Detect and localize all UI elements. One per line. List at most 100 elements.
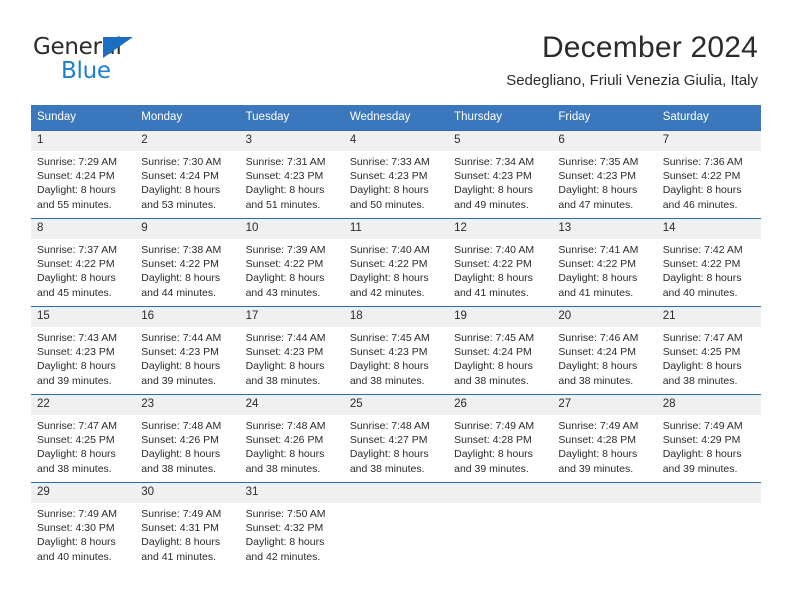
day-number: 4 xyxy=(343,131,449,151)
daylight-text-line2: and 39 minutes. xyxy=(141,374,216,387)
daylight-text-line2: and 38 minutes. xyxy=(37,462,112,475)
day-cell[interactable]: 31 Sunrise: 7:50 AM Sunset: 4:32 PM Dayl… xyxy=(239,482,344,571)
daylight-text-line2: and 39 minutes. xyxy=(558,462,634,475)
daylight-text-line2: and 39 minutes. xyxy=(37,374,112,387)
sunrise-text: Sunrise: 7:36 AM xyxy=(662,156,743,168)
daylight-text-line2: and 42 minutes. xyxy=(349,286,425,299)
daylight-text-line1: Daylight: 8 hours xyxy=(349,272,429,285)
day-info: Sunrise: 7:46 AM Sunset: 4:24 PM Dayligh… xyxy=(552,327,656,388)
generalblue-logo[interactable]: General Blue xyxy=(33,34,263,86)
day-info: Sunrise: 7:31 AM Sunset: 4:23 PM Dayligh… xyxy=(240,151,344,212)
day-cell[interactable]: 1 Sunrise: 7:29 AM Sunset: 4:24 PM Dayli… xyxy=(31,130,136,219)
day-cell[interactable]: 18 Sunrise: 7:45 AM Sunset: 4:23 PM Dayl… xyxy=(343,306,449,395)
daylight-text-line2: and 40 minutes. xyxy=(662,286,738,299)
day-cell[interactable]: 19 Sunrise: 7:45 AM Sunset: 4:24 PM Dayl… xyxy=(448,306,553,395)
sunrise-text: Sunrise: 7:40 AM xyxy=(349,244,430,256)
day-cell[interactable]: 28 Sunrise: 7:49 AM Sunset: 4:29 PM Dayl… xyxy=(656,394,761,483)
day-cell[interactable]: 13 Sunrise: 7:41 AM Sunset: 4:22 PM Dayl… xyxy=(552,218,657,307)
day-cell[interactable]: 5 Sunrise: 7:34 AM Sunset: 4:23 PM Dayli… xyxy=(448,130,553,219)
day-cell[interactable]: 3 Sunrise: 7:31 AM Sunset: 4:23 PM Dayli… xyxy=(239,130,344,219)
day-info: Sunrise: 7:49 AM Sunset: 4:31 PM Dayligh… xyxy=(135,503,239,564)
sunrise-text: Sunrise: 7:49 AM xyxy=(662,420,743,432)
daylight-text-line1: Daylight: 8 hours xyxy=(37,272,116,285)
day-cell[interactable]: 16 Sunrise: 7:44 AM Sunset: 4:23 PM Dayl… xyxy=(135,306,240,395)
day-info: Sunrise: 7:40 AM Sunset: 4:22 PM Dayligh… xyxy=(448,239,552,300)
day-cell[interactable]: 11 Sunrise: 7:40 AM Sunset: 4:22 PM Dayl… xyxy=(343,218,449,307)
day-cell-empty xyxy=(552,482,657,571)
day-cell[interactable]: 21 Sunrise: 7:47 AM Sunset: 4:25 PM Dayl… xyxy=(656,306,761,395)
sunrise-text: Sunrise: 7:47 AM xyxy=(37,420,117,432)
day-info: Sunrise: 7:39 AM Sunset: 4:22 PM Dayligh… xyxy=(240,239,344,300)
day-info: Sunrise: 7:44 AM Sunset: 4:23 PM Dayligh… xyxy=(135,327,239,388)
day-info: Sunrise: 7:45 AM Sunset: 4:23 PM Dayligh… xyxy=(344,327,448,388)
day-number: 28 xyxy=(656,395,761,415)
day-number: 21 xyxy=(656,307,761,327)
day-cell[interactable]: 2 Sunrise: 7:30 AM Sunset: 4:24 PM Dayli… xyxy=(135,130,240,219)
day-number: 19 xyxy=(448,307,553,327)
day-number: 7 xyxy=(656,131,761,151)
sunrise-text: Sunrise: 7:35 AM xyxy=(558,156,639,168)
day-number: 25 xyxy=(343,395,449,415)
day-cell[interactable]: 10 Sunrise: 7:39 AM Sunset: 4:22 PM Dayl… xyxy=(239,218,344,307)
day-cell[interactable]: 17 Sunrise: 7:44 AM Sunset: 4:23 PM Dayl… xyxy=(239,306,344,395)
daylight-text-line2: and 42 minutes. xyxy=(245,550,321,563)
day-info: Sunrise: 7:49 AM Sunset: 4:28 PM Dayligh… xyxy=(448,415,552,476)
day-cell[interactable]: 20 Sunrise: 7:46 AM Sunset: 4:24 PM Dayl… xyxy=(552,306,657,395)
daylight-text-line2: and 38 minutes. xyxy=(349,462,425,475)
sunset-text: Sunset: 4:22 PM xyxy=(245,258,324,271)
day-cell[interactable]: 8 Sunrise: 7:37 AM Sunset: 4:22 PM Dayli… xyxy=(31,218,136,307)
daylight-text-line1: Daylight: 8 hours xyxy=(349,360,429,373)
daylight-text-line1: Daylight: 8 hours xyxy=(558,448,638,461)
day-cell[interactable]: 24 Sunrise: 7:48 AM Sunset: 4:26 PM Dayl… xyxy=(239,394,344,483)
day-info: Sunrise: 7:30 AM Sunset: 4:24 PM Dayligh… xyxy=(135,151,239,212)
daylight-text-line2: and 46 minutes. xyxy=(662,198,738,211)
day-cell[interactable]: 14 Sunrise: 7:42 AM Sunset: 4:22 PM Dayl… xyxy=(656,218,761,307)
daylight-text-line1: Daylight: 8 hours xyxy=(558,184,638,197)
day-cell[interactable]: 26 Sunrise: 7:49 AM Sunset: 4:28 PM Dayl… xyxy=(448,394,553,483)
sunset-text: Sunset: 4:23 PM xyxy=(349,170,428,183)
sunset-text: Sunset: 4:22 PM xyxy=(141,258,219,271)
day-cell[interactable]: 4 Sunrise: 7:33 AM Sunset: 4:23 PM Dayli… xyxy=(343,130,449,219)
day-info: Sunrise: 7:43 AM Sunset: 4:23 PM Dayligh… xyxy=(31,327,135,388)
day-info: Sunrise: 7:36 AM Sunset: 4:22 PM Dayligh… xyxy=(657,151,761,212)
daylight-text-line2: and 50 minutes. xyxy=(349,198,425,211)
day-info xyxy=(552,503,656,507)
sunrise-text: Sunrise: 7:49 AM xyxy=(141,508,222,520)
day-cell[interactable]: 30 Sunrise: 7:49 AM Sunset: 4:31 PM Dayl… xyxy=(135,482,240,571)
daylight-text-line1: Daylight: 8 hours xyxy=(37,184,116,197)
day-cell[interactable]: 9 Sunrise: 7:38 AM Sunset: 4:22 PM Dayli… xyxy=(135,218,240,307)
day-info xyxy=(448,503,552,507)
day-number: 29 xyxy=(31,483,136,503)
day-cell[interactable]: 15 Sunrise: 7:43 AM Sunset: 4:23 PM Dayl… xyxy=(31,306,136,395)
day-number xyxy=(343,483,449,503)
daylight-text-line2: and 38 minutes. xyxy=(662,374,738,387)
sunset-text: Sunset: 4:31 PM xyxy=(141,522,219,535)
day-info: Sunrise: 7:47 AM Sunset: 4:25 PM Dayligh… xyxy=(657,327,761,388)
daylight-text-line1: Daylight: 8 hours xyxy=(245,536,325,549)
daylight-text-line1: Daylight: 8 hours xyxy=(37,360,116,373)
day-number: 27 xyxy=(552,395,657,415)
sunrise-text: Sunrise: 7:44 AM xyxy=(141,332,222,344)
sunset-text: Sunset: 4:22 PM xyxy=(349,258,428,271)
sunrise-text: Sunrise: 7:33 AM xyxy=(349,156,430,168)
daylight-text-line2: and 38 minutes. xyxy=(245,374,321,387)
day-number: 26 xyxy=(448,395,553,415)
day-cell[interactable]: 22 Sunrise: 7:47 AM Sunset: 4:25 PM Dayl… xyxy=(31,394,136,483)
day-cell-empty xyxy=(343,482,449,571)
day-cell[interactable]: 29 Sunrise: 7:49 AM Sunset: 4:30 PM Dayl… xyxy=(31,482,136,571)
day-number: 1 xyxy=(31,131,136,151)
daylight-text-line1: Daylight: 8 hours xyxy=(349,448,429,461)
day-cell[interactable]: 6 Sunrise: 7:35 AM Sunset: 4:23 PM Dayli… xyxy=(552,130,657,219)
sunrise-text: Sunrise: 7:42 AM xyxy=(662,244,743,256)
weekday-header-thursday: Thursday xyxy=(448,105,553,131)
daylight-text-line1: Daylight: 8 hours xyxy=(349,184,429,197)
daylight-text-line1: Daylight: 8 hours xyxy=(37,536,116,549)
day-cell[interactable]: 23 Sunrise: 7:48 AM Sunset: 4:26 PM Dayl… xyxy=(135,394,240,483)
day-cell[interactable]: 12 Sunrise: 7:40 AM Sunset: 4:22 PM Dayl… xyxy=(448,218,553,307)
day-cell[interactable]: 7 Sunrise: 7:36 AM Sunset: 4:22 PM Dayli… xyxy=(656,130,761,219)
day-number: 8 xyxy=(31,219,136,239)
day-number: 15 xyxy=(31,307,136,327)
day-cell[interactable]: 25 Sunrise: 7:48 AM Sunset: 4:27 PM Dayl… xyxy=(343,394,449,483)
day-cell[interactable]: 27 Sunrise: 7:49 AM Sunset: 4:28 PM Dayl… xyxy=(552,394,657,483)
sunset-text: Sunset: 4:22 PM xyxy=(662,258,741,271)
